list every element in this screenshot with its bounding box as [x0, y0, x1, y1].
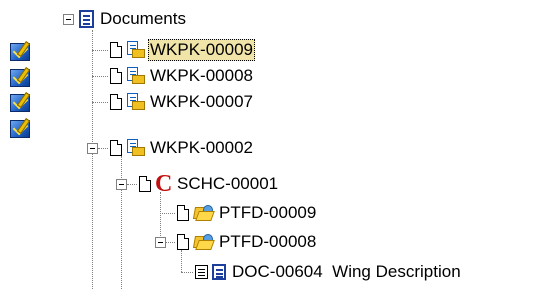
collapse-toggle-documents[interactable]	[63, 14, 74, 25]
tree-node-label: PTFD-00009	[219, 203, 317, 222]
document-icon	[79, 10, 94, 28]
tree-node-label: SCHC-00001	[177, 174, 279, 193]
checkout-flag-icon[interactable]	[10, 118, 32, 140]
collapse-toggle-wkpk-00002[interactable]	[87, 143, 98, 154]
tree-node-label: WKPK-00007	[150, 92, 253, 111]
list-icon	[195, 265, 208, 279]
tree-node-ptfd-00008[interactable]: PTFD-00008	[177, 230, 318, 254]
tree-node-wkpk-00009[interactable]: WKPK-00009	[110, 38, 255, 62]
tree-node-ptfd-00009[interactable]: PTFD-00009	[177, 201, 318, 225]
open-folder-icon	[192, 204, 215, 222]
checkout-flag-icon[interactable]	[10, 67, 32, 89]
tree-node-schc-00001[interactable]: C SCHC-00001	[139, 172, 280, 196]
workpackage-icon	[126, 139, 146, 157]
tree-node-documents[interactable]: Documents	[79, 7, 188, 31]
workpackage-icon	[126, 93, 146, 111]
tree-node-label: DOC-00604 Wing Description	[232, 262, 461, 281]
page-icon	[177, 205, 189, 221]
tree-node-label: WKPK-00009	[148, 39, 255, 61]
tree-node-wkpk-00007[interactable]: WKPK-00007	[110, 90, 255, 114]
c-icon: C	[155, 171, 173, 197]
checkout-flag-icon[interactable]	[10, 92, 32, 114]
document-icon	[212, 264, 226, 280]
page-icon	[177, 234, 189, 250]
tree-node-label: WKPK-00008	[150, 66, 253, 85]
tree-node-label: Documents	[100, 9, 186, 28]
tree-node-wkpk-00008[interactable]: WKPK-00008	[110, 64, 255, 88]
tree-node-doc-00604[interactable]: DOC-00604 Wing Description	[195, 260, 463, 284]
page-icon	[110, 42, 122, 58]
document-tree: Documents WKPK-00009 WKPK-00008 WKPK-000…	[0, 0, 559, 289]
collapse-toggle-schc-00001[interactable]	[116, 179, 127, 190]
collapse-toggle-ptfd-00008[interactable]	[155, 237, 166, 248]
page-icon	[139, 176, 151, 192]
page-icon	[110, 94, 122, 110]
workpackage-icon	[126, 67, 146, 85]
page-icon	[110, 68, 122, 84]
tree-node-label: PTFD-00008	[219, 232, 317, 251]
tree-node-wkpk-00002[interactable]: WKPK-00002	[110, 136, 255, 160]
checkout-flag-icon[interactable]	[10, 41, 32, 63]
workpackage-icon	[126, 41, 146, 59]
tree-node-label: WKPK-00002	[150, 138, 253, 157]
page-icon	[110, 140, 122, 156]
open-folder-icon	[192, 233, 215, 251]
